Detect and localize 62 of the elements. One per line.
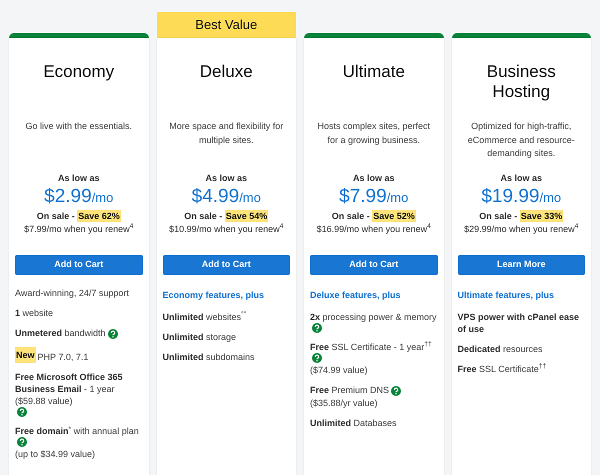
best-value-banner: Best Value: [156, 12, 296, 38]
feature-note: ($74.99 value): [310, 364, 369, 376]
feature-text: Free SSL Certificate$^{††}$: [458, 362, 546, 374]
renewal-price: $29.99/mo when you renew$^{4}$: [463, 222, 580, 236]
feature-text: Free Microsoft Office 365 Business Email - 1 year ($59.88 value): [15, 371, 124, 407]
feature-text: Unlimited websites$^{°°}$: [162, 310, 246, 322]
plan-title: Ultimate: [342, 61, 406, 83]
price-caption: As low as: [499, 172, 543, 185]
feature-text: Unlimited Databases: [310, 416, 397, 428]
plan-price: $2.99/mo: [43, 186, 114, 208]
help-icon[interactable]: [17, 437, 27, 447]
help-icon[interactable]: [391, 386, 402, 396]
price-caption: As low as: [352, 172, 396, 185]
plan-title: Deluxe: [198, 61, 254, 83]
renewal-price: $16.99/mo when you renew$^{4}$: [316, 222, 432, 236]
feature-text: Unmetered bandwidth: [15, 327, 106, 339]
price-caption: As low as: [204, 172, 248, 185]
help-icon[interactable]: [312, 352, 322, 362]
price-caption: As low as: [56, 172, 100, 185]
sale-label: On sale -: [36, 210, 75, 220]
help-icon[interactable]: [108, 329, 118, 339]
sale-label: On sale -: [184, 210, 222, 220]
plan-price: $4.99/mo: [190, 186, 262, 208]
features-heading: Economy features, plus: [162, 289, 266, 302]
feature-text: VPS power with cPanel ease of use: [458, 310, 580, 334]
plan-price: $19.99/mo: [480, 186, 562, 208]
savings-highlight: Save 62%: [77, 210, 121, 222]
renewal-price: $7.99/mo when you renew$^{4}$: [23, 222, 134, 236]
savings-highlight: Save 54%: [224, 210, 268, 222]
feature-text: Award-winning, 24/7 support: [15, 287, 129, 299]
plan-price: $7.99/mo: [338, 186, 410, 208]
plan-title: Economy: [42, 61, 116, 83]
feature-text: Dedicated resources: [458, 342, 543, 354]
savings-highlight: Save 52%: [372, 210, 416, 222]
sale-label: On sale -: [332, 210, 370, 220]
feature-text: 2x processing power & memory: [310, 310, 437, 322]
renewal-price: $10.99/mo when you renew$^{4}$: [168, 222, 284, 236]
new-tag: New: [15, 347, 36, 363]
feature-text: Free Premium DNS: [310, 384, 390, 396]
features-heading: Ultimate features, plus: [458, 289, 556, 302]
plan-description: Hosts complex sites, perfect for a growing business.: [316, 120, 432, 147]
cart-button[interactable]: Add to Cart: [310, 255, 438, 275]
plan-description: Optimized for high-traffic, eCommerce and resource-demanding sites.: [466, 120, 576, 160]
feature-text: Unlimited subdomains: [162, 350, 255, 362]
feature-text: 1 website: [15, 307, 54, 319]
feature-note: ($35.88/yr value): [310, 396, 379, 408]
feature-text: Free domain$^{*}$ with annual plan: [15, 425, 139, 437]
feature-note: (up to $34.99 value): [15, 448, 96, 460]
plan-title: Business Hosting: [486, 61, 557, 103]
feature-text: Unlimited storage: [162, 330, 236, 342]
sale-label: On sale -: [479, 210, 518, 220]
feature-text: Free SSL Certificate - 1 year$^{††}$: [310, 340, 432, 352]
help-icon[interactable]: [17, 407, 27, 417]
features-heading: Deluxe features, plus: [310, 289, 402, 302]
cart-button[interactable]: Learn More: [458, 255, 585, 275]
plan-description: Go live with the essentials.: [24, 120, 134, 133]
cart-button[interactable]: Add to Cart: [15, 255, 142, 275]
help-icon[interactable]: [312, 322, 322, 332]
plan-description: More space and flexibility for multiple sites.: [168, 120, 284, 147]
feature-text: PHP 7.0, 7.1: [38, 351, 88, 363]
savings-highlight: Save 33%: [520, 210, 564, 222]
cart-button[interactable]: Add to Cart: [162, 255, 290, 275]
